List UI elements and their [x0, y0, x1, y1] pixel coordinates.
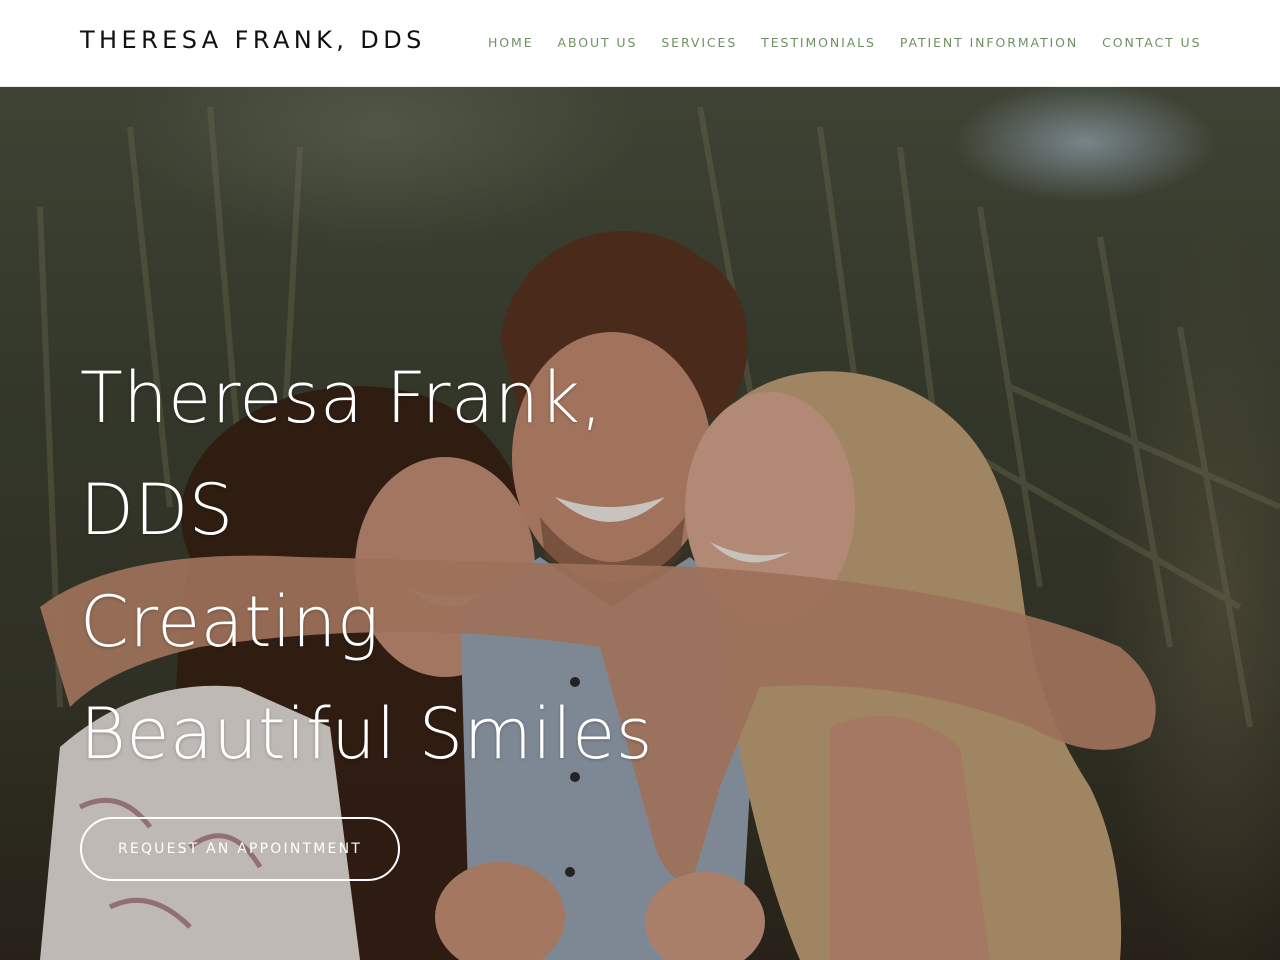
main-nav: HOME ABOUT US SERVICES TESTIMONIALS PATI… [488, 35, 1201, 50]
hero-content: Theresa Frank, DDS Creating Beautiful Sm… [80, 342, 780, 790]
nav-testimonials[interactable]: TESTIMONIALS [761, 35, 876, 50]
site-logo-text[interactable]: THERESA FRANK, DDS [80, 26, 426, 54]
nav-services[interactable]: SERVICES [661, 35, 737, 50]
hero-heading: Theresa Frank, DDS Creating Beautiful Sm… [80, 342, 780, 790]
nav-home[interactable]: HOME [488, 35, 534, 50]
request-appointment-button[interactable]: REQUEST AN APPOINTMENT [80, 817, 400, 881]
nav-about-us[interactable]: ABOUT US [558, 35, 638, 50]
site-header: THERESA FRANK, DDS HOME ABOUT US SERVICE… [0, 0, 1280, 87]
nav-patient-information[interactable]: PATIENT INFORMATION [900, 35, 1078, 50]
nav-contact-us[interactable]: CONTACT US [1102, 35, 1201, 50]
hero-heading-line: Theresa Frank, [80, 357, 604, 439]
hero-heading-line: Creating [80, 581, 380, 663]
hero-heading-line: DDS [80, 469, 234, 551]
hero-heading-line: Beautiful Smiles [80, 693, 653, 775]
hero-section: Theresa Frank, DDS Creating Beautiful Sm… [0, 87, 1280, 960]
